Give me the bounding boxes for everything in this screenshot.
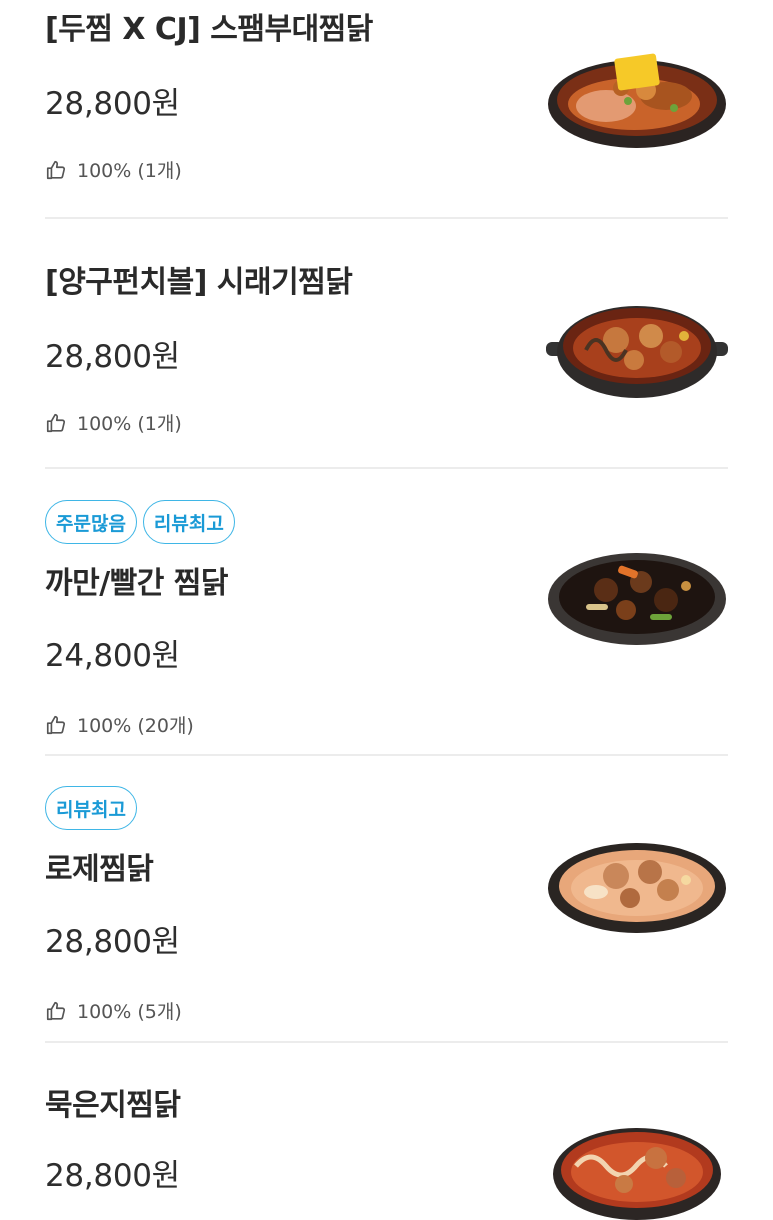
menu-item-rating: 100% (1개) xyxy=(45,409,728,436)
divider xyxy=(45,217,728,219)
badge-popular: 주문많음 xyxy=(45,500,137,544)
divider xyxy=(45,467,728,469)
menu-item[interactable]: 주문많음 리뷰최고 까만/빨간 찜닭 24,800원 100% (20개) xyxy=(45,500,728,738)
menu-item[interactable]: [양구펀치볼] 시래기찜닭 28,800원 100% (1개) xyxy=(45,257,728,436)
rating-text: 100% (5개) xyxy=(77,1001,182,1023)
menu-list: [두찜 X CJ] 스팸부대찜닭 28,800원 100% (1개) [양구펀치… xyxy=(0,0,773,1220)
menu-item-rating: 100% (1개) xyxy=(45,156,728,183)
thumbs-up-icon xyxy=(45,412,67,434)
menu-item-rating: 100% (5개) xyxy=(45,997,728,1024)
thumbs-up-icon xyxy=(45,714,67,736)
badge-row: 주문많음 리뷰최고 xyxy=(45,500,728,544)
menu-item[interactable]: [두찜 X CJ] 스팸부대찜닭 28,800원 100% (1개) xyxy=(45,4,728,183)
menu-item[interactable]: 리뷰최고 로제찜닭 28,800원 100% (5개) xyxy=(45,786,728,1024)
divider xyxy=(45,1041,728,1043)
badge-row: 리뷰최고 xyxy=(45,786,728,830)
rose-jjimdak-image xyxy=(546,840,728,936)
mukeunji-jjimdak-image xyxy=(546,1126,728,1220)
rating-text: 100% (1개) xyxy=(77,160,182,182)
divider xyxy=(45,754,728,756)
spam-budae-jjimdak-image xyxy=(546,48,728,150)
badge-best-review: 리뷰최고 xyxy=(142,500,235,544)
menu-item-name: [양구펀치볼] 시래기찜닭 xyxy=(45,265,353,300)
siraegi-jjimdak-image xyxy=(546,300,728,402)
menu-item-rating: 100% (20개) xyxy=(45,711,728,738)
black-red-jjimdak-image xyxy=(546,550,728,648)
menu-item-name: [두찜 X CJ] 스팸부대찜닭 xyxy=(45,12,373,47)
badge-best-review: 리뷰최고 xyxy=(45,786,137,830)
menu-item[interactable]: 묵은지찜닭 28,800원 xyxy=(45,1080,728,1220)
rating-text: 100% (1개) xyxy=(77,413,182,435)
menu-item-name: 묵은지찜닭 xyxy=(45,1088,181,1123)
thumbs-up-icon xyxy=(45,159,67,181)
thumbs-up-icon xyxy=(45,1000,67,1022)
rating-text: 100% (20개) xyxy=(77,715,194,737)
